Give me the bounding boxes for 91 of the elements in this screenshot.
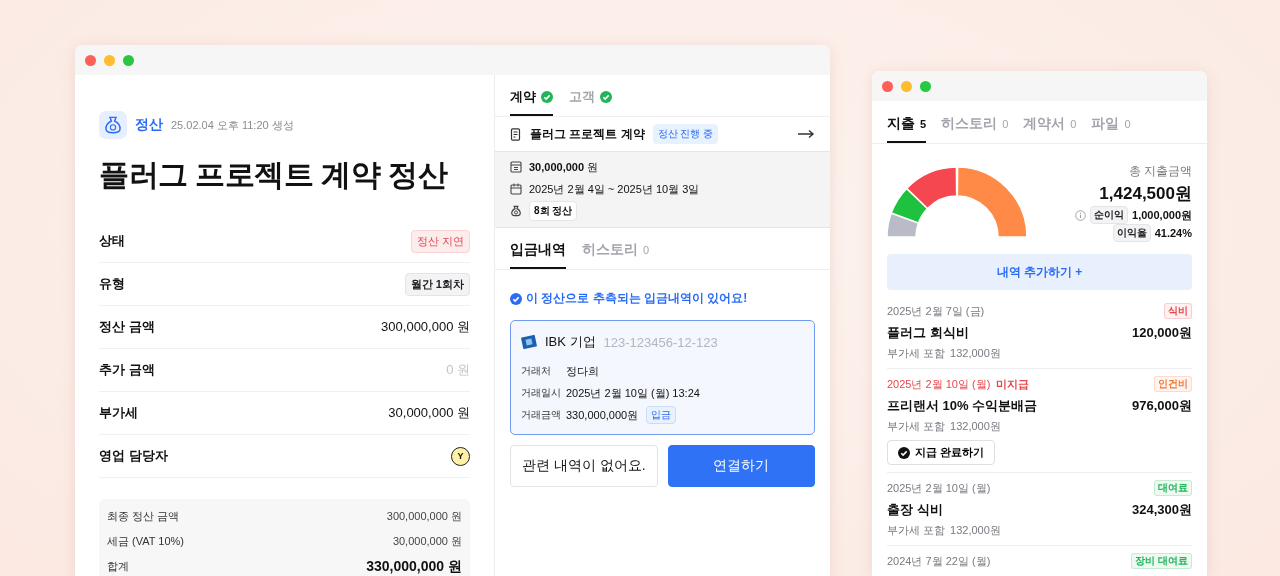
contract-amount: 30,000,000 원 bbox=[529, 159, 599, 175]
summary-label: 합계 bbox=[107, 559, 129, 574]
expense-date: 2025년 2월 7일 (금) bbox=[887, 303, 985, 319]
page-title: 플러그 프로젝트 계약 정산 bbox=[99, 157, 449, 193]
contract-period: 2025년 2월 4일 ~ 2025년 10월 3일 bbox=[529, 181, 700, 197]
tab[interactable]: 입금내역 bbox=[510, 241, 566, 269]
field-label: 정산 금액 bbox=[99, 318, 155, 336]
vat-amount: 132,000원 bbox=[950, 522, 1001, 538]
profit-tag: 순이익 bbox=[1090, 206, 1129, 224]
field-label: 영업 담당자 bbox=[99, 447, 168, 465]
calendar-icon bbox=[510, 183, 522, 195]
vat-amount: 132,000원 bbox=[950, 345, 1001, 361]
installment-tag: 8회 정산 bbox=[529, 201, 578, 221]
minimize-button[interactable] bbox=[901, 80, 912, 92]
deposit-tag: 입금 bbox=[646, 406, 677, 424]
tab[interactable]: 히스토리 0 bbox=[941, 115, 1009, 143]
vat-amount: 132,000원 bbox=[950, 418, 1001, 434]
receipt-icon bbox=[510, 161, 522, 173]
profit-amount: 1,000,000원 bbox=[1132, 207, 1192, 223]
vat-label: 부가세 포함 bbox=[887, 345, 946, 361]
account-number: 123-123456-12-123 bbox=[603, 334, 718, 350]
summary-value: 300,000,000 원 bbox=[386, 509, 462, 524]
deposit-label: 거래금액 bbox=[521, 408, 562, 422]
margin-tag: 이익율 bbox=[1112, 224, 1151, 242]
category-tag: 대여료 bbox=[1154, 480, 1192, 496]
unpaid-label: 미지급 bbox=[996, 376, 1030, 392]
summary-label: 세금 (VAT 10%) bbox=[107, 534, 185, 549]
settlement-icon bbox=[99, 111, 127, 139]
expense-amount: 324,300원 bbox=[1132, 501, 1192, 519]
summary-value: 330,000,000 원 bbox=[366, 557, 462, 576]
created-date: 25.02.04 오후 11:20 생성 bbox=[171, 117, 294, 133]
margin-value: 41.24% bbox=[1154, 227, 1192, 239]
category-tag: 인건비 bbox=[1154, 376, 1192, 392]
notice-text: 이 정산으로 추측되는 입금내역이 있어요! bbox=[526, 290, 748, 307]
expense-date: 2025년 2월 10일 (월) bbox=[887, 376, 991, 392]
check-badge-icon bbox=[510, 292, 522, 305]
bank-name: IBK 기업 bbox=[545, 333, 596, 351]
tab[interactable]: 히스토리 0 bbox=[582, 241, 650, 269]
type-tag: 월간 1회차 bbox=[404, 272, 470, 296]
field-label: 상태 bbox=[99, 232, 125, 250]
expense-date: 2024년 7월 22일 (월) bbox=[887, 553, 991, 569]
expense-amount: 120,000원 bbox=[1132, 324, 1192, 342]
category-tag: 장비 대여료 bbox=[1131, 553, 1192, 569]
field-value: 0 원 bbox=[446, 361, 470, 379]
deposit-label: 거래일시 bbox=[521, 386, 562, 400]
avatar: Y bbox=[451, 446, 470, 466]
field-label: 부가세 bbox=[99, 404, 138, 422]
contract-name: 플러그 프로젝트 계약 bbox=[530, 125, 645, 143]
tab[interactable]: 지출 5 bbox=[887, 115, 927, 143]
deposit-value: 2025년 2월 10일 (월) 13:24 bbox=[566, 385, 700, 401]
tab[interactable]: 계약서 0 bbox=[1023, 115, 1077, 143]
tab[interactable]: 파일 0 bbox=[1091, 115, 1131, 143]
field-label: 유형 bbox=[99, 275, 125, 293]
close-button[interactable] bbox=[85, 54, 96, 66]
dismiss-button[interactable]: 관련 내역이 없어요. bbox=[510, 445, 658, 487]
tab[interactable]: 계약 bbox=[510, 88, 553, 116]
money-bag-icon bbox=[510, 205, 522, 217]
maximize-button[interactable] bbox=[920, 80, 931, 92]
deposit-value: 정다희 bbox=[566, 363, 599, 379]
expense-date: 2025년 2월 10일 (월) bbox=[887, 480, 991, 496]
maximize-button[interactable] bbox=[123, 54, 134, 66]
status-badge: 정산 진행 중 bbox=[652, 124, 719, 144]
close-button[interactable] bbox=[882, 80, 893, 92]
deposit-value: 330,000,000원 bbox=[566, 407, 639, 423]
total-label: 총 지출금액 bbox=[1128, 163, 1192, 180]
vat-label: 부가세 포함 bbox=[887, 522, 946, 538]
add-entry-button[interactable]: 내역 추가하기 + bbox=[887, 254, 1192, 290]
category-tag: 식비 bbox=[1164, 303, 1192, 319]
category-label: 정산 bbox=[135, 116, 163, 134]
expense-amount: 976,000원 bbox=[1132, 397, 1192, 415]
status-badge: 정산 지연 bbox=[410, 229, 470, 253]
field-value: 300,000,000 원 bbox=[381, 318, 470, 336]
vat-label: 부가세 포함 bbox=[887, 418, 946, 434]
tab[interactable]: 고객 bbox=[569, 88, 612, 116]
info-icon bbox=[1075, 209, 1087, 221]
total-amount: 1,424,500원 bbox=[1099, 183, 1192, 205]
arrow-right-icon[interactable] bbox=[797, 129, 815, 139]
check-icon bbox=[898, 446, 910, 459]
expense-title: 출장 식비 bbox=[887, 501, 943, 519]
bank-logo-icon bbox=[521, 334, 537, 350]
field-label: 추가 금액 bbox=[99, 361, 155, 379]
field-value: 30,000,000 원 bbox=[388, 404, 470, 422]
connect-button[interactable]: 연결하기 bbox=[667, 445, 815, 487]
document-icon bbox=[510, 127, 522, 141]
summary-label: 최종 정산 금액 bbox=[107, 509, 180, 524]
expense-title: 프리랜서 10% 수익분배금 bbox=[887, 397, 1038, 415]
deposit-label: 거래처 bbox=[521, 364, 552, 378]
expense-title: 플러그 회식비 bbox=[887, 324, 969, 342]
minimize-button[interactable] bbox=[104, 54, 115, 66]
mark-paid-button[interactable]: 지급 완료하기 bbox=[887, 440, 996, 465]
summary-value: 30,000,000 원 bbox=[392, 534, 462, 549]
